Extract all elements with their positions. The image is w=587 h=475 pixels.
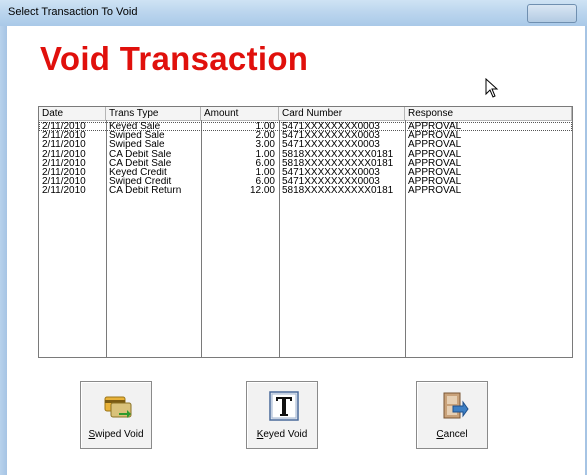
keyed-void-button[interactable]: Keyed Void [246,381,318,449]
cell-card-number: 5471XXXXXXXX0003 [282,177,380,187]
title-bar[interactable]: Select Transaction To Void [0,0,587,26]
table-row[interactable]: 2/11/2010 CA Debit Sale 1.00 5818XXXXXXXXXX… [39,150,572,159]
table-row[interactable]: 2/11/2010 CA Debit Sale 6.00 5818XXXXXXXXXX… [39,159,572,168]
cell-amount: 3.00 [255,140,275,150]
close-button[interactable] [527,4,577,23]
cell-amount: 6.00 [255,177,275,187]
column-header-trans-type[interactable]: Trans Type [106,107,201,120]
cell-date: 2/11/2010 [42,168,86,177]
cell-amount: 12.00 [249,186,275,196]
cell-response: APPROVAL [408,149,462,159]
table-row[interactable]: 2/11/2010 CA Debit Return 12.00 5818XXXXXXX… [39,186,572,195]
cancel-button[interactable]: Cancel [416,381,488,449]
cell-date: 2/11/2010 [42,149,86,159]
column-header-amount[interactable]: Amount [201,107,279,120]
cell-response: APPROVAL [408,186,462,196]
keyed-void-label: Keyed Void [256,429,308,440]
column-header-response[interactable]: Response [405,107,572,120]
exit-door-icon [443,392,469,419]
cell-trans-type: Keyed Credit [109,168,167,177]
cell-response: APPROVAL [408,177,462,187]
swiped-void-button[interactable]: Swiped Void [80,381,152,449]
page-title: Void Transaction [40,40,309,77]
cell-amount: 6.00 [255,158,275,168]
cell-date: 2/11/2010 [42,140,86,150]
cell-amount: 1.00 [255,149,275,159]
cell-date: 2/11/2010 [42,131,86,141]
cell-response: APPROVAL [408,140,462,150]
cell-response: APPROVAL [408,122,462,131]
cell-trans-type: CA Debit Sale [109,158,172,168]
cell-card-number: 5471XXXXXXXX0003 [282,140,380,150]
cell-response: APPROVAL [408,168,462,177]
card-swipe-icon [104,396,132,418]
list-header: Date Trans Type Amount Card Number Respo… [39,107,572,121]
cell-date: 2/11/2010 [42,158,86,168]
table-row[interactable]: 2/11/2010 Swiped Sale 2.00 5471XXXXXXXX0003… [39,131,572,140]
window-frame-left [0,26,7,475]
cell-trans-type: CA Debit Return [109,186,182,196]
cell-date: 2/11/2010 [42,186,86,196]
cancel-label: Cancel [436,429,468,440]
cell-trans-type: Swiped Sale [109,131,165,141]
cell-response: APPROVAL [408,158,462,168]
table-row[interactable]: 2/11/2010 Swiped Credit 6.00 5471XXXXXXXX00… [39,177,572,186]
cell-amount: 1.00 [255,122,275,131]
cell-trans-type: Swiped Sale [109,140,165,150]
table-row[interactable]: 2/11/2010 Swiped Sale 3.00 5471XXXXXXXX0003… [39,140,572,149]
cell-date: 2/11/2010 [42,177,86,187]
column-header-card-number[interactable]: Card Number [279,107,405,120]
window-title: Select Transaction To Void [8,6,138,18]
cell-response: APPROVAL [408,131,462,141]
cell-amount: 1.00 [255,168,275,177]
cell-trans-type: Keyed Sale [109,122,161,131]
cell-card-number: 5818XXXXXXXXXX0181 [282,158,394,168]
cell-card-number: 5471XXXXXXXX0003 [282,122,380,131]
cell-trans-type: Swiped Credit [109,177,172,187]
keyboard-T-icon [269,391,299,421]
cell-card-number: 5818XXXXXXXXXX0181 [282,149,394,159]
cell-card-number: 5471XXXXXXXX0003 [282,131,380,141]
transaction-list[interactable]: Date Trans Type Amount Card Number Respo… [38,106,573,358]
cell-trans-type: CA Debit Sale [109,149,172,159]
mouse-pointer-icon [485,78,499,98]
cell-card-number: 5818XXXXXXXXXX0181 [282,186,394,196]
swiped-void-label: Swiped Void [88,429,144,440]
column-header-date[interactable]: Date [39,107,106,120]
cell-card-number: 5471XXXXXXXX0003 [282,168,380,177]
table-row[interactable]: 2/11/2010 Keyed Sale 1.00 5471XXXXXXXX0003 A… [39,122,572,131]
cell-amount: 2.00 [255,131,275,141]
table-row[interactable]: 2/11/2010 Keyed Credit 1.00 5471XXXXXXXX000… [39,168,572,177]
cell-date: 2/11/2010 [42,122,86,131]
